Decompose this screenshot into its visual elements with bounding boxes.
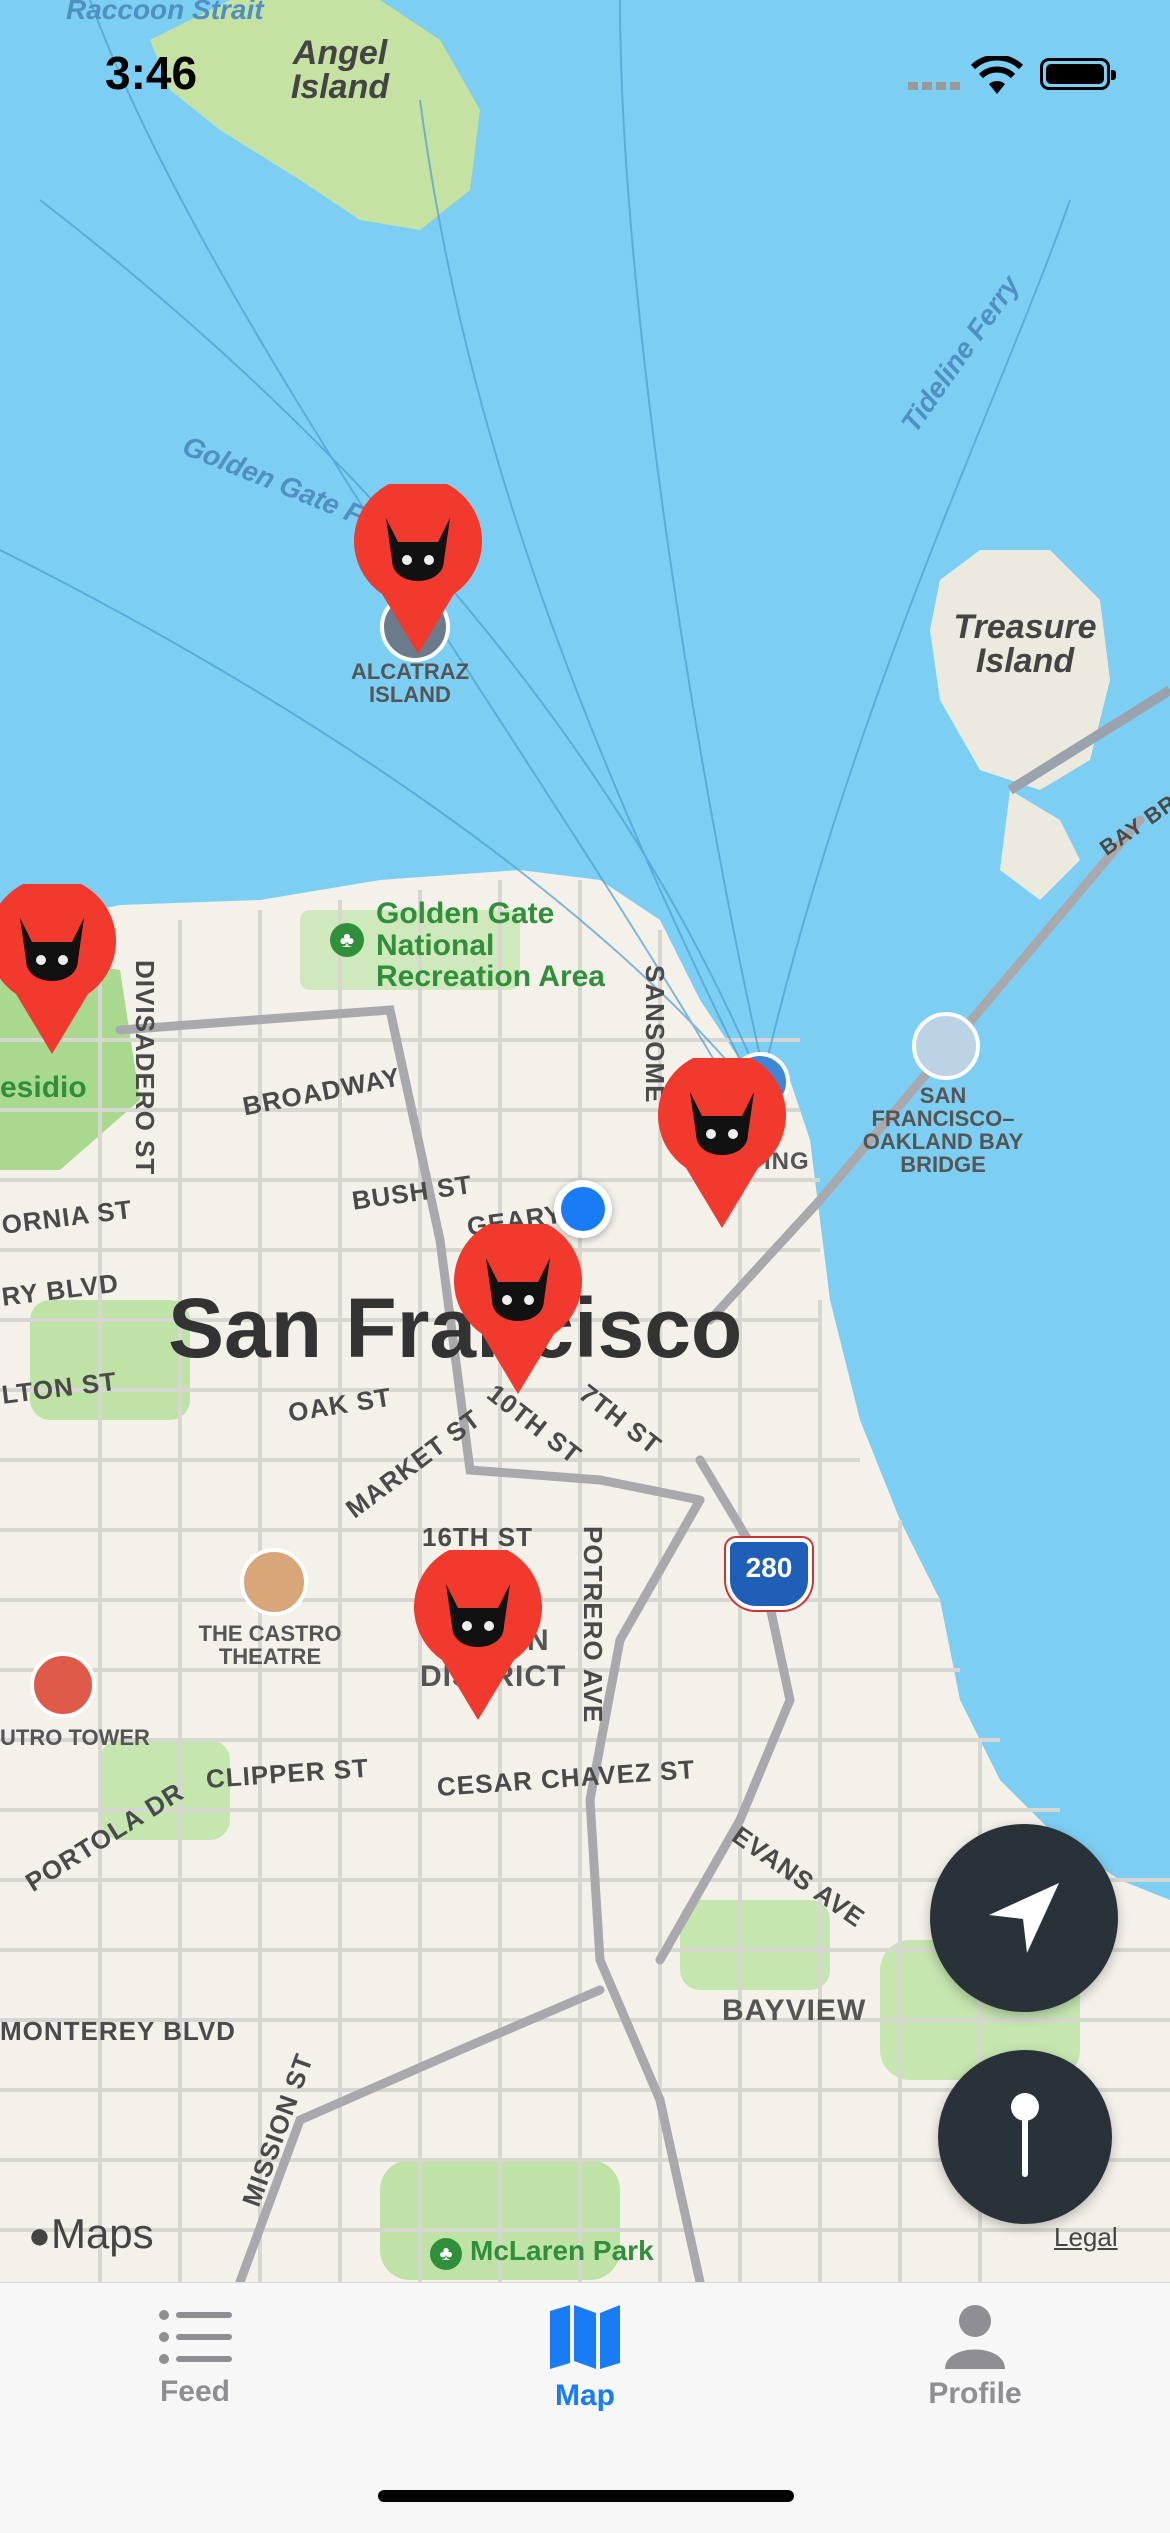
monterey-blvd-label: MONTEREY BLVD — [0, 2016, 236, 2046]
drop-pin-button[interactable] — [938, 2050, 1112, 2224]
home-indicator — [378, 2490, 794, 2502]
cat-pin-embarcadero[interactable] — [656, 1051, 788, 1238]
raccoon-strait-label: Raccoon Strait — [66, 0, 264, 25]
mclaren-park-label: McLaren Park — [470, 2235, 654, 2266]
bridge-poi-icon[interactable] — [912, 1012, 980, 1080]
cat-icon — [454, 1217, 582, 1394]
cat-pin-presidio[interactable] — [0, 877, 118, 1064]
mclaren-tree-icon: ♣ — [430, 2238, 462, 2270]
tab-feed[interactable]: Feed — [0, 2283, 390, 2453]
locate-me-button[interactable] — [930, 1824, 1118, 2012]
potrero-ave-label: POTRERO AVE — [578, 1526, 608, 1724]
tower-poi-icon[interactable] — [30, 1652, 96, 1718]
cat-icon — [414, 1543, 542, 1720]
bay-bridge-label: SAN FRANCISCO–OAKLAND BAY BRIDGE — [862, 1083, 1024, 1178]
tab-profile-label: Profile — [928, 2377, 1022, 2410]
castro-theatre-label: THE CASTRO THEATRE — [198, 1621, 342, 1670]
cat-pin-alcatraz[interactable] — [352, 477, 484, 664]
divisadero-label: DIVISADERO ST — [130, 960, 160, 1176]
interstate-280-number: 280 — [745, 1552, 793, 1583]
cat-icon — [354, 477, 482, 654]
ggnra-label: Golden Gate National Recreation Area — [376, 897, 605, 993]
apple-maps-attribution: ●Maps — [28, 2210, 154, 2258]
tab-feed-label: Feed — [159, 2375, 231, 2408]
signal-icon — [908, 82, 962, 90]
cat-pin-soma[interactable] — [452, 1217, 584, 1404]
tree-icon: ♣ — [330, 923, 364, 957]
apple-logo-icon: ● — [28, 2215, 51, 2257]
battery-icon — [1040, 58, 1116, 90]
bayview-label: BAYVIEW — [722, 1994, 867, 2027]
maps-attribution-text: Maps — [50, 2210, 154, 2257]
tab-map[interactable]: Map — [390, 2283, 780, 2453]
map-icon — [550, 2305, 620, 2369]
person-icon — [945, 2305, 1005, 2369]
cat-icon — [658, 1051, 786, 1228]
tab-profile[interactable]: Profile — [780, 2283, 1170, 2453]
treasure-island-label: Treasure Island — [953, 608, 1097, 680]
alcatraz-label: ALCATRAZ ISLAND — [350, 659, 470, 708]
16th-st-label: 16TH ST — [422, 1522, 534, 1552]
cat-icon — [0, 877, 116, 1054]
presidio-label: esidio — [0, 1071, 87, 1104]
status-time: 3:46 — [105, 47, 198, 99]
cat-pin-mission[interactable] — [412, 1543, 544, 1730]
list-icon — [159, 2310, 232, 2364]
angel-island-label: Angel Island — [290, 34, 390, 106]
tab-map-label: Map — [555, 2379, 615, 2412]
sutro-tower-label: UTRO TOWER — [0, 1725, 150, 1750]
wifi-icon — [970, 56, 1024, 94]
legal-link[interactable]: Legal — [1054, 2222, 1118, 2253]
theatre-poi-icon[interactable] — [240, 1548, 308, 1616]
pin-icon — [1011, 2093, 1039, 2177]
location-arrow-icon — [989, 1883, 1059, 1953]
interstate-280-shield: 280 — [726, 1538, 812, 1610]
